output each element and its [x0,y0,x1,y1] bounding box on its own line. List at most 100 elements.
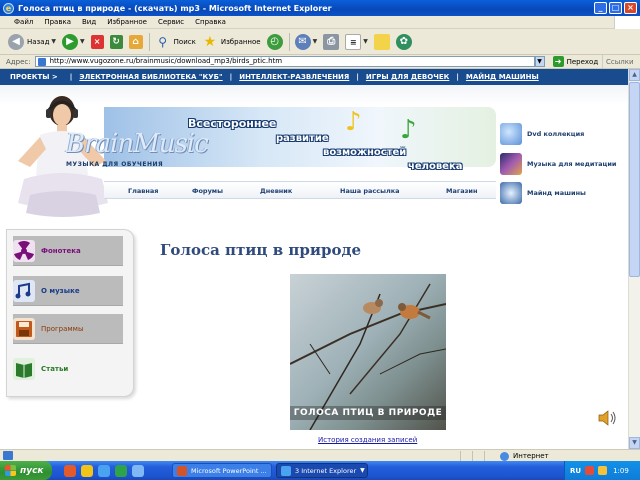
address-bar: Адрес: http://www.vugozone.ru/brainmusic… [0,55,640,69]
back-button[interactable]: ◀ Назад ▼ [8,33,56,50]
floppy-disk-icon [13,317,35,340]
promo-dvd[interactable]: Dvd коллекция [500,123,584,145]
go-button[interactable]: ➜ Переход [552,56,599,67]
side-menu-fonoteka[interactable]: Фонотека [13,236,123,266]
nav-home[interactable]: Главная [128,187,158,195]
brand-logo[interactable]: BrainMusic МУЗЫКА ДЛЯ ОБУЧЕНИЯ [66,129,209,179]
projects-label[interactable]: ПРОЕКТЫ > [0,73,58,81]
menu-tools[interactable]: Сервис [158,18,184,26]
site-nav: Главная Форумы Дневник Наша рассылка Маг… [104,181,496,199]
edit-button[interactable]: ≡ ▼ [345,33,368,50]
promo-meditation[interactable]: Музыка для медитации [500,153,616,175]
go-label: Переход [566,57,599,66]
language-indicator[interactable]: RU [570,467,581,475]
dvd-icon [500,123,522,145]
messenger-button[interactable]: ✿ [395,33,412,50]
history-button[interactable]: ◴ [266,33,283,50]
menu-help[interactable]: Справка [195,18,226,26]
history-icon: ◴ [266,33,283,50]
home-icon: ⌂ [128,34,143,49]
start-button[interactable]: пуск [0,461,52,480]
vertical-scrollbar[interactable]: ▲ ▼ [628,69,640,449]
mail-dropdown-icon[interactable]: ▼ [313,38,318,45]
discuss-button[interactable] [373,33,390,50]
tray-app-icon[interactable] [585,466,595,475]
close-button[interactable]: × [624,2,637,14]
history-link[interactable]: История создания записей [318,436,417,444]
book-icon [13,358,35,380]
window-title: Голоса птиц в природе - (скачать) mp3 - … [18,3,332,13]
print-button[interactable]: ⎙ [323,33,340,50]
side-menu-articles[interactable]: Статьи [13,354,123,384]
scroll-up-icon[interactable]: ▲ [629,69,640,81]
nav-diary[interactable]: Дневник [260,187,292,195]
edit-dropdown-icon[interactable]: ▼ [363,38,368,45]
taskbar-item-powerpoint[interactable]: Microsoft PowerPoint ... [172,463,272,478]
forward-dropdown-icon[interactable]: ▼ [80,38,85,45]
back-label: Назад [27,37,50,46]
nav-forums[interactable]: Форумы [192,187,223,195]
search-label: Поиск [173,37,196,46]
taskbar: пуск Microsoft PowerPoint ... 3 Internet… [0,461,640,480]
brand-tagline: МУЗЫКА ДЛЯ ОБУЧЕНИЯ [66,161,164,168]
side-menu-about-music-label: О музыке [41,286,80,295]
clock: 1:09 [613,466,629,475]
forward-arrow-icon: ▶ [62,33,79,50]
quicklaunch-app-icon[interactable] [64,464,76,477]
globe-icon [500,451,509,461]
address-input[interactable]: http://www.vugozone.ru/brainmusic/downlo… [34,56,535,67]
menu-favorites[interactable]: Избранное [107,18,147,26]
web-page: ПРОЕКТЫ > | ЭЛЕКТРОННАЯ БИБЛИОТЕКА "КУБ"… [0,69,628,449]
window-controls: _ □ × [594,2,637,14]
page-status-icon [3,451,13,460]
mind-machine-icon [500,182,522,204]
minimize-button[interactable]: _ [594,2,607,14]
project-link-mind-machines[interactable]: МАЙНД МАШИНЫ [466,73,539,81]
menu-file[interactable]: Файл [14,18,33,26]
search-button[interactable]: ⚲ Поиск [155,34,196,50]
forward-button[interactable]: ▶ ▼ [62,33,85,50]
stop-button[interactable]: × [90,34,104,49]
brand-name: BrainMusic [66,129,209,159]
quicklaunch-app-icon[interactable] [115,464,127,477]
home-button[interactable]: ⌂ [128,34,143,49]
quicklaunch-ie-icon[interactable] [98,464,110,477]
side-menu-programs[interactable]: Программы [13,314,123,344]
back-dropdown-icon[interactable]: ▼ [51,38,56,45]
slogan-line-4: человека [408,161,463,172]
ie-icon: e [3,2,14,14]
promo-mind-machines[interactable]: Майнд машины [500,182,586,204]
scroll-down-icon[interactable]: ▼ [629,437,640,449]
site-header: BrainMusic МУЗЫКА ДЛЯ ОБУЧЕНИЯ ♪ ♪ Всест… [0,85,628,227]
nav-shop[interactable]: Магазин [446,187,477,195]
favorites-button[interactable]: ★ Избранное [202,34,261,50]
refresh-button[interactable]: ↻ [109,34,123,49]
menu-view[interactable]: Вид [82,18,96,26]
taskbar-item-ie[interactable]: 3 Internet Explorer ▼ [276,463,368,478]
maximize-button[interactable]: □ [609,2,622,14]
scroll-thumb[interactable] [629,82,640,277]
project-link-library[interactable]: ЭЛЕКТРОННАЯ БИБЛИОТЕКА "КУБ" [79,73,222,81]
search-icon: ⚲ [158,34,168,49]
taskbar-item-powerpoint-label: Microsoft PowerPoint ... [191,466,267,475]
album-cover-image: ГОЛОСА ПТИЦ В ПРИРОДЕ [290,274,446,430]
address-dropdown-icon[interactable]: ▼ [534,56,545,67]
quicklaunch-desktop-icon[interactable] [132,464,144,477]
side-menu-about-music[interactable]: О музыке [13,276,123,306]
status-bar: Интернет [0,449,640,461]
stop-icon: × [90,34,104,49]
speaker-icon[interactable] [597,409,617,427]
edit-page-icon: ≡ [345,33,362,50]
project-link-girls-games[interactable]: ИГРЫ ДЛЯ ДЕВОЧЕК [366,73,449,81]
slogan-line-2: развитие [276,133,329,144]
nav-newsletter[interactable]: Наша рассылка [340,187,400,195]
taskgroup-arrow-icon: ▼ [360,467,365,474]
favorites-label: Избранное [220,37,261,46]
menu-edit[interactable]: Правка [44,18,71,26]
links-button[interactable]: Ссылки [602,55,640,69]
tray-volume-icon[interactable] [598,466,608,475]
project-link-intellect[interactable]: ИНТЕЛЛЕКТ-РАЗВЛЕЧЕНИЯ [239,73,349,81]
mail-button[interactable]: ✉ ▼ [294,33,318,50]
quicklaunch-app-icon[interactable] [81,464,93,477]
meditation-icon [500,153,522,175]
